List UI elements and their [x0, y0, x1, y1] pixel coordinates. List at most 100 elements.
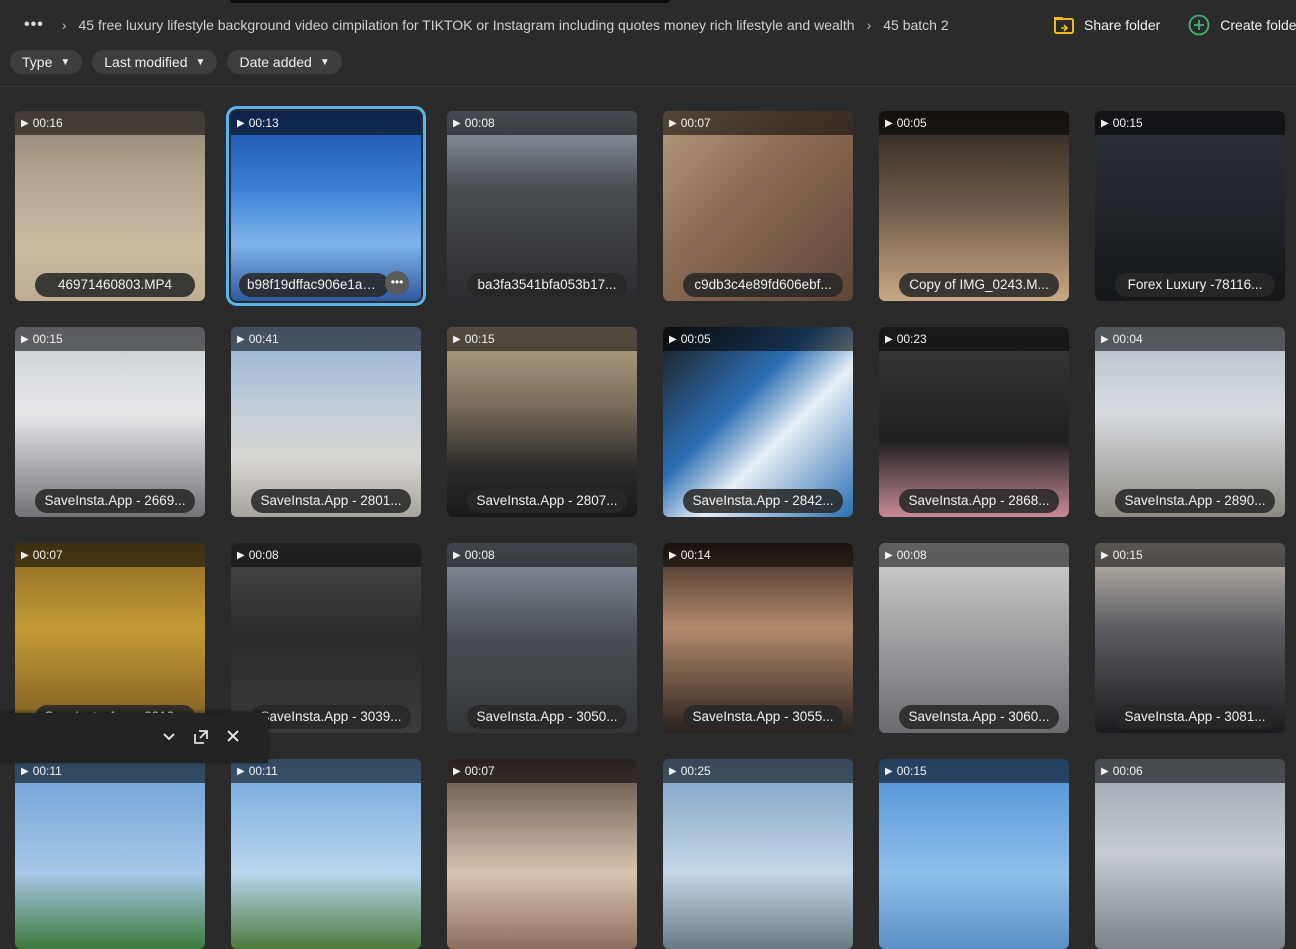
share-folder-button[interactable]: Share folder [1054, 16, 1160, 34]
breadcrumb: ••• › 45 free luxury lifestyle backgroun… [24, 16, 961, 34]
duration-label: 00:15 [1112, 116, 1143, 130]
file-name-label: SaveInsta.App - 2842... [683, 489, 843, 513]
breadcrumb-more-button[interactable]: ••• [24, 16, 44, 34]
video-tile[interactable]: ▶ 00:41 SaveInsta.App - 2801... [231, 327, 421, 517]
video-tile[interactable]: ▶ 00:11 [231, 759, 421, 949]
play-icon: ▶ [1101, 117, 1109, 129]
duration-label: 00:11 [248, 764, 278, 778]
folder-actions: Share folder Create folder [1054, 14, 1296, 36]
file-name-label: b98f19dffac906e1a5... [239, 273, 389, 297]
top-bar: ••• › 45 free luxury lifestyle backgroun… [0, 0, 1296, 50]
duration-bar: ▶ 00:07 [663, 111, 853, 135]
video-tile[interactable]: ▶ 00:14 SaveInsta.App - 3055... [663, 543, 853, 733]
video-tile[interactable]: ▶ 00:15 SaveInsta.App - 2669... [15, 327, 205, 517]
video-tile[interactable]: ▶ 00:07 [447, 759, 637, 949]
duration-label: 00:07 [32, 548, 63, 562]
video-tile[interactable]: ▶ 00:05 SaveInsta.App - 2842... [663, 327, 853, 517]
video-tile[interactable]: ▶ 00:08 ba3fa3541bfa053b17... [447, 111, 637, 301]
chevron-down-icon: ▼ [60, 56, 71, 68]
duration-label: 00:15 [896, 764, 927, 778]
video-tile[interactable]: ▶ 00:25 [663, 759, 853, 949]
duration-label: 00:15 [32, 332, 63, 346]
duration-bar: ▶ 00:23 [879, 327, 1069, 351]
play-icon: ▶ [885, 765, 893, 777]
video-tile[interactable]: ▶ 00:07 c9db3c4e89fd606ebf... [663, 111, 853, 301]
play-icon: ▶ [21, 117, 29, 129]
play-icon: ▶ [669, 333, 677, 345]
share-folder-label: Share folder [1084, 17, 1161, 33]
create-folder-button[interactable]: Create folder [1188, 14, 1296, 36]
video-tile[interactable]: ▶ 00:05 Copy of IMG_0243.M... [879, 111, 1069, 301]
duration-bar: ▶ 00:05 [663, 327, 853, 351]
duration-label: 00:23 [896, 332, 927, 346]
expand-icon[interactable] [192, 729, 210, 747]
file-name-label: SaveInsta.App - 2868... [899, 489, 1059, 513]
breadcrumb-item-folder[interactable]: 45 free luxury lifestyle background vide… [78, 17, 854, 33]
play-icon: ▶ [885, 549, 893, 561]
duration-label: 00:08 [464, 116, 495, 130]
filter-date-added-label: Date added [239, 54, 312, 70]
duration-bar: ▶ 00:15 [15, 327, 205, 351]
video-tile[interactable]: ▶ 00:15 [879, 759, 1069, 949]
play-icon: ▶ [237, 765, 245, 777]
duration-label: 00:07 [680, 116, 711, 130]
video-tile[interactable]: ▶ 00:11 [15, 759, 205, 949]
close-icon[interactable] [224, 729, 242, 747]
play-icon: ▶ [1101, 765, 1109, 777]
duration-label: 00:08 [464, 548, 495, 562]
video-tile[interactable]: ▶ 00:08 SaveInsta.App - 3050... [447, 543, 637, 733]
duration-bar: ▶ 00:15 [879, 759, 1069, 783]
video-thumbnail [231, 759, 421, 949]
chevron-down-icon[interactable] [160, 729, 178, 747]
duration-label: 00:06 [1112, 764, 1143, 778]
video-tile[interactable]: ▶ 00:15 Forex Luxury -78116... [1095, 111, 1285, 301]
duration-bar: ▶ 00:06 [1095, 759, 1285, 783]
video-tile[interactable]: ▶ 00:13 b98f19dffac906e1a5... ••• [226, 106, 426, 306]
filter-last-modified-label: Last modified [104, 54, 188, 70]
duration-label: 00:11 [32, 764, 62, 778]
breadcrumb-item-current[interactable]: 45 batch 2 [883, 17, 948, 33]
duration-bar: ▶ 00:15 [447, 327, 637, 351]
video-tile[interactable]: ▶ 00:08 SaveInsta.App - 3060... [879, 543, 1069, 733]
duration-label: 00:15 [464, 332, 495, 346]
play-icon: ▶ [21, 765, 29, 777]
video-tile[interactable]: ▶ 00:04 SaveInsta.App - 2890... [1095, 327, 1285, 517]
duration-label: 00:13 [248, 116, 279, 130]
filter-bar: Type ▼ Last modified ▼ Date added ▼ [10, 50, 342, 74]
filter-date-added[interactable]: Date added ▼ [227, 50, 342, 74]
plus-circle-icon [1188, 14, 1210, 36]
play-icon: ▶ [669, 549, 677, 561]
duration-bar: ▶ 00:08 [879, 543, 1069, 567]
file-name-label: SaveInsta.App - 3039... [251, 705, 411, 729]
play-icon: ▶ [237, 333, 245, 345]
file-name-label: 46971460803.MP4 [35, 273, 195, 297]
video-tile[interactable]: ▶ 00:06 [1095, 759, 1285, 949]
duration-bar: ▶ 00:08 [447, 543, 637, 567]
video-tile[interactable]: ▶ 00:23 SaveInsta.App - 2868... [879, 327, 1069, 517]
duration-bar: ▶ 00:08 [447, 111, 637, 135]
file-name-label: c9db3c4e89fd606ebf... [683, 273, 843, 297]
filter-type-label: Type [22, 54, 53, 70]
video-tile[interactable]: ▶00:07SaveInsta.App - 2910... [15, 543, 205, 733]
duration-bar: ▶ 00:15 [1095, 543, 1285, 567]
video-thumbnail [15, 759, 205, 949]
video-tile[interactable]: ▶ 00:08 SaveInsta.App - 3039... [231, 543, 421, 733]
duration-label: 00:04 [1112, 332, 1143, 346]
file-name-label: SaveInsta.App - 2807... [467, 489, 627, 513]
play-icon: ▶ [885, 333, 893, 345]
file-name-label: SaveInsta.App - 2669... [35, 489, 195, 513]
video-tile[interactable]: ▶ 00:15 SaveInsta.App - 2807... [447, 327, 637, 517]
video-tile[interactable]: ▶ 00:15 SaveInsta.App - 3081... [1095, 543, 1285, 733]
filter-last-modified[interactable]: Last modified ▼ [92, 50, 218, 74]
video-tile[interactable]: ▶ 00:16 46971460803.MP4 [15, 111, 205, 301]
play-icon: ▶ [669, 765, 677, 777]
play-icon: ▶ [453, 765, 461, 777]
play-icon: ▶ [453, 549, 461, 561]
filter-type[interactable]: Type ▼ [10, 50, 83, 74]
duration-bar: ▶ 00:14 [663, 543, 853, 567]
file-name-label: Forex Luxury -78116... [1115, 273, 1275, 297]
chevron-down-icon: ▼ [319, 56, 330, 68]
play-icon: ▶ [237, 549, 245, 561]
duration-bar: ▶ 00:07 [447, 759, 637, 783]
more-options-icon[interactable]: ••• [385, 271, 409, 295]
